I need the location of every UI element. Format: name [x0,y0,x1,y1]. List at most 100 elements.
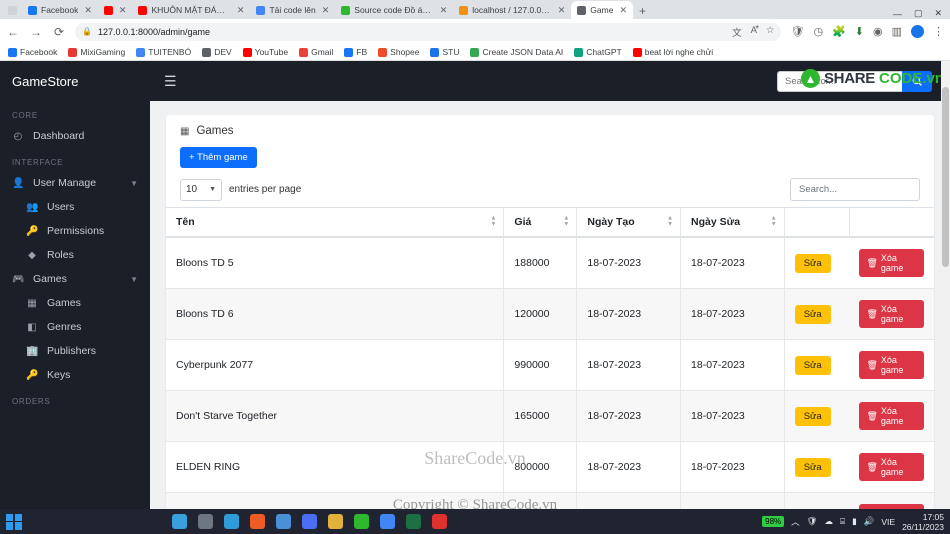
window-button[interactable]: ✕ [934,8,942,19]
clock[interactable]: 17:05 26/11/2023 [902,512,944,532]
sidebar-item-genres[interactable]: ◧ Genres [0,315,150,339]
delete-button[interactable]: 🗑Xóa game [859,351,924,379]
star-icon[interactable]: ☆ [766,25,775,39]
bookmark-item[interactable]: ChatGPT [574,47,622,57]
edit-button[interactable]: Sửa [794,304,831,324]
hamburger-icon[interactable]: ☰ [150,73,191,90]
split-icon[interactable]: ▥ [892,25,902,38]
bookmark-item[interactable]: DEV [202,47,232,57]
window-button[interactable]: — [893,9,902,19]
page-scrollbar[interactable] [941,61,950,520]
sidebar-section-label: ORDERS [12,397,51,406]
sidebar-item-dashboard[interactable]: ◴ Dashboard [0,124,150,148]
bookmark-item[interactable]: TUITENBÓ [136,47,191,57]
font-size-icon[interactable]: A⃰ [751,25,757,39]
new-tab-button[interactable]: + [633,4,652,19]
edit-button[interactable]: Sửa [794,253,831,273]
sidebar-item-user-manage[interactable]: 👤 User Manage ▼ [0,171,150,195]
column-header[interactable]: Ngày Tạo ▲ ▼ [576,207,681,238]
close-icon[interactable]: ✕ [440,5,448,16]
column-header[interactable]: Giá ▲ ▼ [503,207,577,238]
sidebar-item-games[interactable]: ▦ Games [0,291,150,315]
sidebar-item-publishers[interactable]: 🏢 Publishers [0,339,150,363]
chevron-up-icon[interactable]: ︿ [791,516,800,528]
globe-icon[interactable] [302,514,317,529]
browser-tab[interactable] [2,1,22,19]
folder-icon[interactable] [328,514,343,529]
bookmark-item[interactable]: Create JSON Data AI [470,47,563,57]
close-icon[interactable]: ✕ [322,5,330,16]
chrome2-icon[interactable] [380,514,395,529]
brand-title[interactable]: GameStore [0,61,150,101]
bookmark-item[interactable]: beat lời nghe chửi [632,47,714,57]
history-icon[interactable]: ◉ [873,25,883,38]
avatar[interactable] [911,25,924,38]
shield-icon[interactable]: 🛡 [807,516,818,527]
chrome-icon[interactable] [354,514,369,529]
delete-button[interactable]: 🗑Xóa game [859,249,924,277]
close-icon[interactable]: ✕ [84,5,92,16]
sidebar-item-roles[interactable]: ◆ Roles [0,243,150,267]
window-button[interactable]: ▢ [914,8,923,19]
bookmark-item[interactable]: MixiGaming [68,47,125,57]
bookmark-item[interactable]: Facebook [8,47,57,57]
more-icon[interactable]: ⋮ [933,25,944,38]
edge-icon[interactable] [172,514,187,529]
language-indicator[interactable]: VIE [881,517,895,527]
net-icon[interactable]: ▮ [852,516,857,527]
download-icon[interactable]: ⬇ [855,25,864,38]
cloud-icon[interactable]: ☁ [824,516,833,527]
browser-tab[interactable]: Facebook ✕ [22,1,98,19]
close-icon[interactable]: ✕ [558,5,566,16]
edit-button[interactable]: Sửa [794,355,831,375]
close-icon[interactable]: ✕ [119,5,127,16]
bookmark-item[interactable]: STU [430,47,459,57]
chart-icon: ◴ [13,130,23,142]
bookmark-item[interactable]: Gmail [299,47,333,57]
column-header[interactable]: Ngày Sửa ▲ ▼ [680,207,785,238]
table-search-input[interactable]: Search... [790,178,920,201]
github-icon[interactable] [198,514,213,529]
edit-button[interactable]: Sửa [794,457,831,477]
browser-tab[interactable]: Source code Đồ án Websit ✕ [335,1,454,19]
start-button[interactable] [6,513,22,530]
music-icon[interactable] [432,514,447,529]
entries-select[interactable]: 10 ▼ [180,178,222,201]
close-icon[interactable]: ✕ [619,5,627,16]
forward-icon[interactable]: → [29,25,43,39]
shield-icon[interactable]: 🛡 [790,25,804,38]
postman-icon[interactable] [250,514,265,529]
bookmark-item[interactable]: YouTube [242,47,288,57]
delete-button[interactable]: 🗑Xóa game [859,402,924,430]
sidebar-item-users[interactable]: 👥 Users [0,195,150,219]
browser-tab[interactable]: localhost / 127.0.0.1 / game ✕ [453,1,572,19]
translate-icon[interactable]: 文 [732,25,742,39]
bookmark-item[interactable]: Shopee [378,47,419,57]
volume-icon[interactable]: 🔊 [864,516,875,527]
n-icon[interactable] [276,514,291,529]
column-header[interactable]: Tên ▲ ▼ [166,207,504,238]
browser-tab[interactable]: ✕ [97,1,133,19]
bookmark-item[interactable]: FB [344,47,367,57]
extension-icon[interactable]: 🧩 [832,25,846,38]
bookmark-label: beat lời nghe chửi [644,47,714,57]
close-icon[interactable]: ✕ [237,5,245,16]
sidebar-item-keys[interactable]: 🔑 Keys [0,363,150,387]
sidebar-item-games[interactable]: 🎮 Games ▼ [0,267,150,291]
usb-icon[interactable]: ⌸ [840,516,845,527]
delete-button[interactable]: 🗑Xóa game [859,300,924,328]
add-game-button[interactable]: + Thêm game [180,147,257,168]
scrollbar-thumb[interactable] [942,87,949,267]
edit-button[interactable]: Sửa [794,406,831,426]
delete-button[interactable]: 🗑Xóa game [859,453,924,481]
browser-tab[interactable]: Game ✕ [571,1,633,19]
back-icon[interactable]: ← [6,25,20,39]
clock-icon[interactable]: ◷ [813,25,823,38]
address-bar[interactable]: 🔒 127.0.0.1:8000/admin/game 文 A⃰ ☆ [75,22,782,41]
browser-tab[interactable]: Tải code lên ✕ [250,1,336,19]
sidebar-item-permissions[interactable]: 🔑 Permissions [0,219,150,243]
excel-icon[interactable] [406,514,421,529]
browser-tab[interactable]: KHUÔN MẶT ĐÁNG TI ✕ [132,1,251,19]
vscode-icon[interactable] [224,514,239,529]
reload-icon[interactable]: ⟳ [52,25,66,39]
